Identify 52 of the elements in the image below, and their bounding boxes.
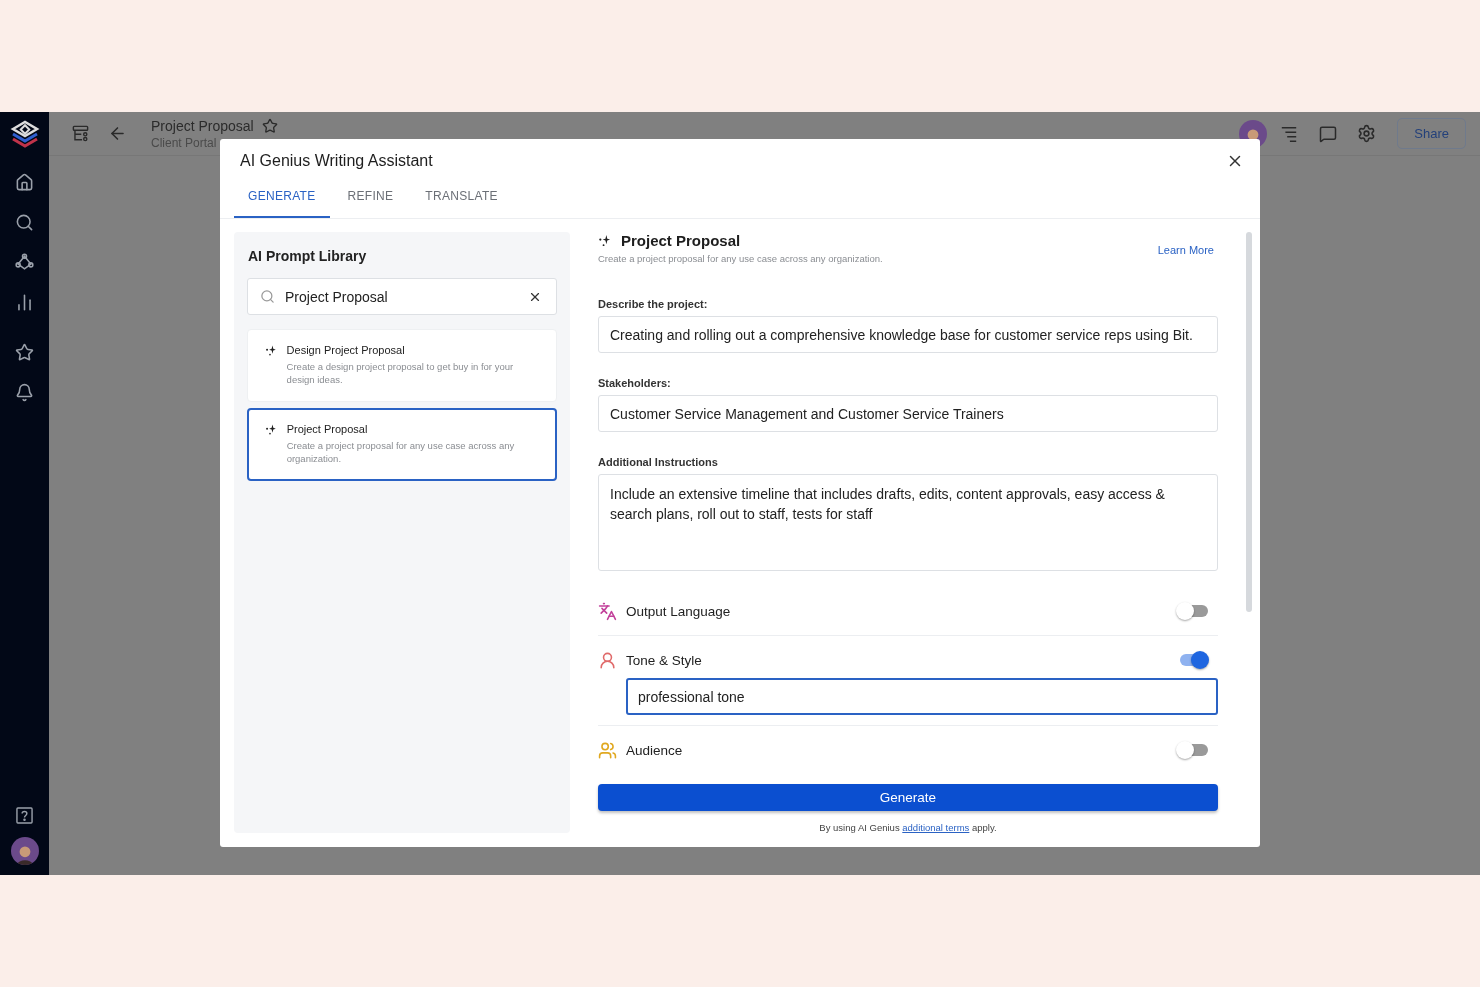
person-icon xyxy=(598,650,617,670)
field-label: Describe the project: xyxy=(598,298,709,310)
table-icon[interactable] xyxy=(70,124,90,143)
star-icon[interactable] xyxy=(261,117,278,134)
prompt-description: Create a design project proposal to get buy in for your design ideas. xyxy=(286,360,515,386)
dialog-title: AI Genius Writing Assistant xyxy=(240,152,433,170)
settings-icon[interactable] xyxy=(1356,124,1376,143)
comment-icon[interactable] xyxy=(1319,124,1338,143)
tab[interactable]: TRANSLATE xyxy=(411,189,512,218)
scrollbar[interactable] xyxy=(1246,232,1252,612)
field-label: Additional Instructions xyxy=(598,456,719,468)
terms-link[interactable]: additional terms xyxy=(902,822,970,833)
search-icon[interactable] xyxy=(15,212,34,232)
learn-more-link[interactable]: Learn More xyxy=(1157,244,1214,256)
prompt-title: Design Project Proposal xyxy=(286,344,406,356)
search-field[interactable]: Project Proposal xyxy=(247,278,557,315)
tab[interactable]: GENERATE xyxy=(234,189,330,218)
chart-icon[interactable] xyxy=(15,292,34,312)
translate-icon xyxy=(598,601,617,621)
prompt-description: Create a project proposal for any use case across any organization. xyxy=(286,439,516,465)
panel-title: AI Prompt Library xyxy=(248,248,368,264)
form-title: Project Proposal xyxy=(621,232,741,249)
sparkle-icon xyxy=(265,344,277,357)
input-field[interactable]: Customer Service Management and Customer Service Trainers xyxy=(598,395,1218,432)
people-icon xyxy=(598,740,617,760)
prompt-card[interactable]: Project Proposal Create a project proposal for any use case across any organization. xyxy=(247,408,557,481)
star-icon[interactable] xyxy=(15,342,34,362)
form-description: Create a project proposal for any use case across any organization. xyxy=(598,253,883,264)
home-icon[interactable] xyxy=(15,172,34,192)
sparkle-icon xyxy=(598,234,611,247)
input-field[interactable]: Creating and rolling out a comprehensive knowledge base for customer service reps using Bit. xyxy=(598,316,1218,353)
help-icon[interactable] xyxy=(16,806,33,824)
toggle-switch[interactable] xyxy=(1176,740,1210,760)
tab[interactable]: REFINE xyxy=(333,189,408,218)
field-label: Stakeholders: xyxy=(598,377,672,389)
document-title: Project Proposal xyxy=(151,117,254,134)
prompt-title: Project Proposal xyxy=(286,423,369,435)
sparkle-icon xyxy=(265,423,277,436)
outline-icon[interactable] xyxy=(1280,124,1299,143)
user-avatar[interactable] xyxy=(10,837,39,865)
option-label: Output Language xyxy=(626,603,732,619)
option-label: Tone & Style xyxy=(626,652,703,668)
search-icon xyxy=(260,289,275,304)
network-icon[interactable] xyxy=(15,252,34,272)
prompt-card[interactable]: Design Project Proposal Create a design project proposal to get buy in for your design ideas. xyxy=(247,329,557,402)
generate-button[interactable]: Generate xyxy=(598,784,1218,811)
bell-icon[interactable] xyxy=(15,382,34,402)
input-field[interactable]: professional tone xyxy=(626,678,1218,715)
option-label: Audience xyxy=(626,742,684,758)
text-area[interactable]: Include an extensive timeline that includes drafts, edits, content approvals, easy access & search plans, roll out to staff, tests for staff xyxy=(598,474,1218,571)
terms-note: By using AI Genius additional terms apply. xyxy=(818,822,998,833)
toggle-switch[interactable] xyxy=(1176,601,1210,621)
